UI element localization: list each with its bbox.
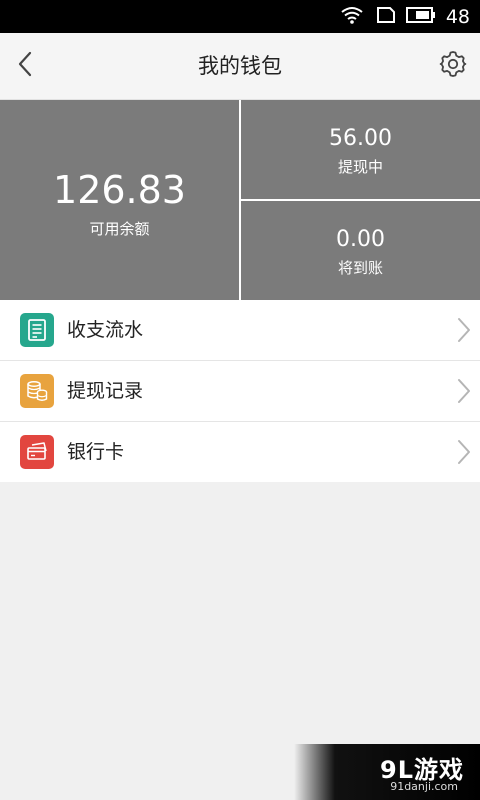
coins-icon: [20, 374, 54, 408]
back-button[interactable]: [8, 49, 42, 83]
sim-card-icon: [374, 6, 396, 28]
status-bar: 48: [0, 0, 480, 33]
withdrawing-amount: 56.00: [329, 126, 392, 151]
chevron-left-icon: [17, 51, 33, 81]
ledger-icon: [20, 313, 54, 347]
chevron-right-icon: [456, 316, 472, 344]
settings-button[interactable]: [436, 49, 470, 83]
withdrawing-block: 56.00 提现中: [241, 100, 480, 199]
gear-icon: [439, 50, 467, 82]
available-balance-amount: 126.83: [53, 168, 186, 212]
available-balance-block: 126.83 可用余额: [0, 100, 239, 300]
menu-item-bank-card[interactable]: 银行卡: [0, 422, 480, 482]
nav-bar: 我的钱包: [0, 33, 480, 100]
menu-item-withdraw-records[interactable]: 提现记录: [0, 361, 480, 422]
chevron-right-icon: [456, 377, 472, 405]
site-watermark: 9L游戏 91danji.com: [294, 744, 480, 800]
status-icons: 48: [340, 4, 470, 30]
watermark-site: 91danji.com: [390, 780, 458, 793]
menu-label-transactions: 收支流水: [67, 319, 144, 341]
bank-card-icon: [20, 435, 54, 469]
balance-panel: 126.83 可用余额 56.00 提现中 0.00 将到账: [0, 100, 480, 300]
menu-label-withdraw-records: 提现记录: [67, 380, 144, 402]
status-time: 48: [445, 6, 470, 28]
pending-label: 将到账: [337, 259, 383, 277]
page-title: 我的钱包: [198, 54, 282, 78]
wifi-icon: [340, 5, 364, 29]
pending-block: 0.00 将到账: [241, 201, 480, 300]
withdrawing-label: 提现中: [337, 158, 383, 176]
menu-item-transactions[interactable]: 收支流水: [0, 300, 480, 361]
menu-label-bank-card: 银行卡: [67, 441, 125, 463]
chevron-right-icon: [456, 438, 472, 466]
wallet-menu: 收支流水 提现记录 银行卡: [0, 300, 480, 482]
available-balance-label: 可用余额: [89, 220, 150, 238]
pending-amount: 0.00: [336, 227, 385, 252]
battery-icon: [405, 6, 436, 28]
